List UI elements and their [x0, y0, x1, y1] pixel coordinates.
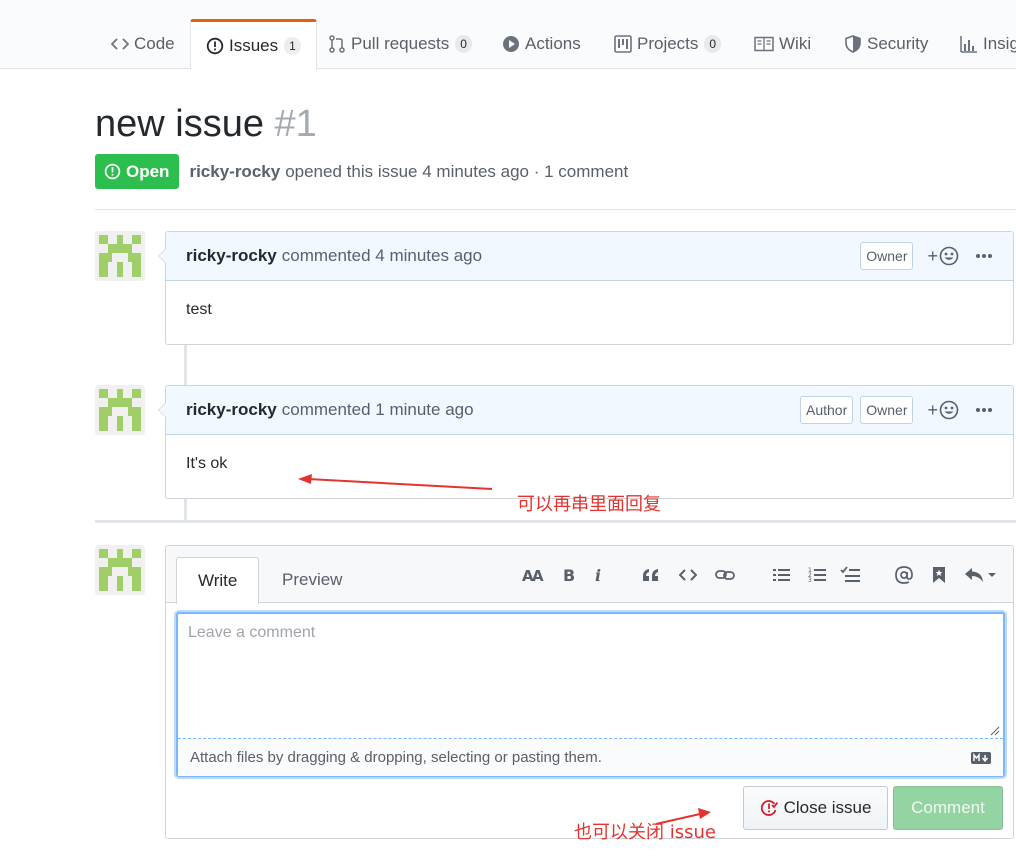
tab-code[interactable]: Code: [111, 19, 175, 69]
comment-body: It's ok: [186, 455, 228, 472]
owner-badge: Owner: [860, 242, 914, 270]
tab-wiki-label: Wiki: [779, 34, 812, 53]
code-icon: [111, 35, 129, 53]
comment-body: test: [186, 301, 212, 318]
git-pull-request-icon: [328, 35, 346, 53]
issues-counter: 1: [284, 37, 301, 55]
tab-projects-label: Projects: [637, 34, 699, 53]
annotation-reply-note: 可以再串里面回复: [517, 494, 661, 515]
comment-actions: Owner +: [853, 242, 993, 270]
reply-icon[interactable]: [963, 564, 999, 586]
identicon: [95, 545, 145, 595]
comment-textarea[interactable]: [178, 614, 1003, 738]
smiley-icon: [939, 400, 959, 420]
ordered-list-icon[interactable]: 123: [806, 564, 828, 586]
tab-code-label: Code: [134, 34, 175, 53]
tab-pull-requests-label: Pull requests: [351, 34, 450, 53]
comment: ricky-rocky commented 1 minute ago Autho…: [158, 385, 1014, 499]
issue-closed-icon: [760, 799, 778, 817]
pull-requests-counter: 0: [455, 35, 472, 53]
comment-header: ricky-rocky commented 4 minutes ago Owne…: [166, 232, 1013, 281]
tab-actions[interactable]: Actions: [502, 19, 581, 69]
mention-icon[interactable]: [893, 564, 915, 586]
bookmark-icon[interactable]: [928, 564, 950, 586]
comment: ricky-rocky commented 4 minutes ago Owne…: [158, 231, 1014, 345]
issue-summary: opened this issue 4 minutes ago · 1 comm…: [285, 161, 629, 181]
tab-pull-requests[interactable]: Pull requests 0: [328, 19, 472, 69]
new-comment-form: Write Preview AA B i 123 Leave a comment…: [165, 545, 1014, 839]
shield-icon: [844, 35, 862, 53]
svg-text:A: A: [532, 567, 544, 583]
file-attachment-dropzone[interactable]: Attach files by dragging & dropping, sel…: [178, 738, 1003, 776]
tab-insights[interactable]: Insig: [960, 19, 1016, 69]
project-icon: [614, 35, 632, 53]
smiley-icon: [939, 246, 959, 266]
timeline-line: [184, 344, 187, 386]
comment-submit-button[interactable]: Comment: [893, 786, 1003, 830]
close-issue-label: Close issue: [783, 798, 872, 817]
kebab-horizontal-icon[interactable]: [975, 407, 993, 413]
issue-title-text: new issue: [95, 103, 264, 145]
attach-hint: Attach files by dragging & dropping, sel…: [190, 749, 602, 766]
issue-title: new issue #1: [95, 100, 317, 148]
italic-icon[interactable]: i: [588, 564, 610, 586]
annotation-close-note: 也可以关闭 issue: [574, 822, 716, 843]
tab-issues[interactable]: Issues 1: [190, 19, 317, 70]
tab-preview[interactable]: Preview: [261, 557, 363, 603]
status-badge-label: Open: [126, 161, 170, 181]
projects-counter: 0: [704, 35, 722, 53]
add-reaction-button[interactable]: +: [927, 246, 959, 267]
comment-header: ricky-rocky commented 1 minute ago Autho…: [166, 386, 1013, 435]
avatar[interactable]: [95, 545, 145, 595]
repo-nav: Code Issues 1 Pull requests 0 Actions Pr…: [0, 0, 1016, 70]
book-icon: [754, 35, 774, 53]
tab-write[interactable]: Write: [176, 557, 260, 604]
svg-text:i: i: [595, 567, 601, 583]
issue-author-link[interactable]: ricky-rocky: [189, 162, 280, 182]
text-size-icon[interactable]: AA: [522, 564, 544, 586]
avatar[interactable]: [95, 385, 145, 435]
quote-icon[interactable]: [640, 564, 662, 586]
tab-issues-label: Issues: [229, 36, 279, 55]
close-issue-button[interactable]: Close issue: [743, 786, 888, 830]
issue-opened-icon: [104, 163, 121, 180]
timeline-line: [184, 498, 187, 520]
code-icon[interactable]: [677, 564, 699, 586]
issue-meta: Open ricky-rocky opened this issue 4 min…: [95, 154, 628, 189]
comment-actions: Author Owner +: [793, 396, 993, 424]
owner-badge: Owner: [860, 396, 914, 424]
issue-number: #1: [274, 103, 317, 145]
discussion-divider: [95, 520, 1016, 523]
markdown-icon[interactable]: [971, 751, 991, 768]
avatar[interactable]: [95, 231, 145, 281]
bold-icon[interactable]: B: [558, 564, 580, 586]
identicon: [95, 385, 145, 435]
comment-timestamp[interactable]: commented 1 minute ago: [282, 400, 474, 420]
comment-author-link[interactable]: ricky-rocky: [186, 246, 277, 266]
svg-text:3: 3: [808, 577, 812, 584]
add-reaction-button[interactable]: +: [927, 400, 959, 421]
svg-text:B: B: [563, 567, 575, 583]
comment-editor: Attach files by dragging & dropping, sel…: [176, 612, 1005, 777]
issue-opened-icon: [206, 37, 224, 55]
tab-actions-label: Actions: [525, 34, 581, 53]
kebab-horizontal-icon[interactable]: [975, 253, 993, 259]
identicon: [95, 231, 145, 281]
comment-timestamp[interactable]: commented 4 minutes ago: [282, 246, 482, 266]
graph-icon: [960, 35, 978, 53]
task-list-icon[interactable]: [839, 564, 861, 586]
tab-wiki[interactable]: Wiki: [754, 19, 811, 69]
header-divider: [95, 209, 1016, 210]
tab-projects[interactable]: Projects 0: [614, 19, 722, 69]
tab-security[interactable]: Security: [844, 19, 928, 69]
unordered-list-icon[interactable]: [771, 564, 793, 586]
tab-security-label: Security: [867, 34, 929, 53]
comment-form-tabs: Write Preview AA B i 123: [166, 546, 1013, 604]
status-badge: Open: [95, 154, 180, 189]
author-badge: Author: [800, 396, 854, 424]
play-icon: [502, 35, 520, 53]
link-icon[interactable]: [714, 564, 736, 586]
comment-author-link[interactable]: ricky-rocky: [186, 400, 277, 420]
tab-insights-label: Insig: [983, 34, 1016, 53]
